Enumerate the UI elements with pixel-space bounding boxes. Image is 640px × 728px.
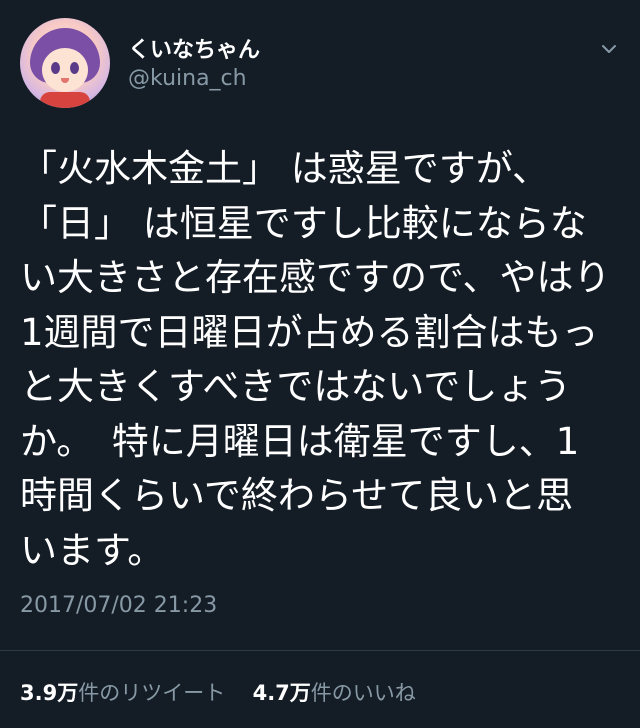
stats-divider (0, 650, 640, 651)
retweet-count-label: 件のリツイート (78, 681, 226, 705)
tweet-text-line: い大きさと存在感ですので、やはり (20, 256, 611, 299)
retweet-count-value: 3.9万 (20, 681, 79, 705)
tweet-header: くいなちゃん @kuina_ch (20, 18, 620, 110)
like-count-label: 件のいいね (310, 681, 416, 705)
avatar-body (40, 92, 90, 108)
avatar-face (42, 48, 88, 92)
tweet-text-line: と大きくすべきではないでしょう (20, 365, 572, 408)
tweet-text: 「火水木金土」 は惑星ですが、 「日」 は恒星ですし比較にならな い大きさと存在… (20, 142, 620, 578)
tweet-text-line: か。 特に月曜日は衛星ですし、1 (20, 419, 580, 463)
avatar[interactable] (20, 18, 110, 108)
tweet-text-line: 時間くらいで終わらせて良いと思 (20, 474, 574, 517)
tweet-text-line: 「日」 は恒星ですし比較にならな (20, 201, 587, 245)
avatar-eye-right (70, 62, 79, 74)
chevron-down-icon[interactable] (600, 40, 618, 58)
tweet-text-line: 1週間で日曜日が占める割合はもっ (20, 310, 599, 354)
author-handle[interactable]: @kuina_ch (128, 66, 247, 91)
avatar-eye-left (51, 62, 60, 74)
tweet-text-line: 「火水木金土」 は惑星ですが、 (20, 147, 550, 190)
tweet-stats: 3.9万件のリツイート 4.7万件のいいね (20, 677, 416, 707)
like-count[interactable]: 4.7万件のいいね (253, 681, 416, 705)
tweet-text-line: います。 (20, 528, 165, 572)
tweet-timestamp[interactable]: 2017/07/02 21:23 (20, 593, 217, 618)
like-count-value: 4.7万 (252, 681, 311, 705)
tweet-card: くいなちゃん @kuina_ch 「火水木金土」 は惑星ですが、 「日」 は恒星… (0, 0, 640, 728)
retweet-count[interactable]: 3.9万件のリツイート (20, 681, 232, 705)
author-display-name[interactable]: くいなちゃん (128, 32, 260, 64)
